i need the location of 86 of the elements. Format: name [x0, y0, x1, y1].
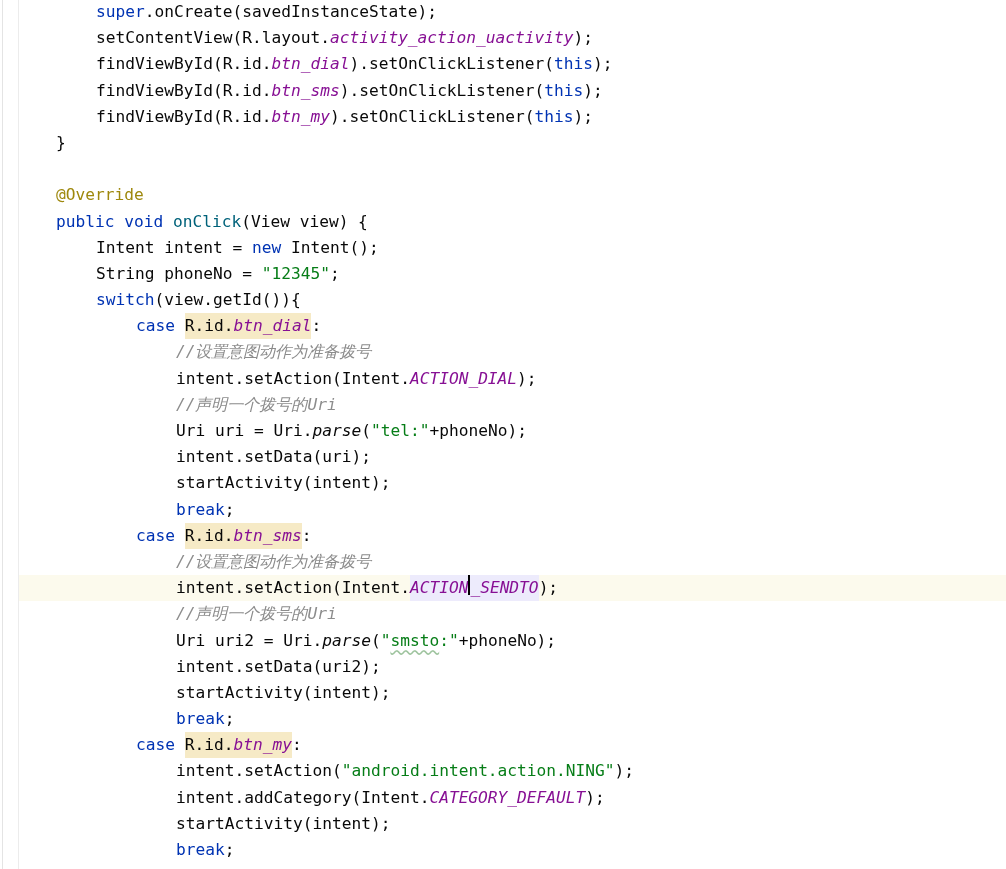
code-text: (View view) {: [241, 210, 368, 233]
code-text: );: [614, 760, 635, 783]
constant-name: ACTION: [409, 577, 469, 600]
constant-name: btn_sms: [271, 79, 340, 102]
keyword: this: [534, 105, 574, 128]
code-text: );: [593, 53, 613, 76]
code-text: :: [311, 315, 322, 338]
keyword: switch: [96, 289, 155, 312]
code-text: intent.setAction(Intent.: [176, 367, 410, 390]
code-text: );: [573, 105, 594, 128]
string-literal: "android.intent.action.NING": [341, 760, 615, 783]
string-literal: :": [439, 629, 459, 652]
code-text: R.id.: [184, 734, 234, 757]
keyword: public void: [56, 210, 164, 233]
code-text: R.id.: [184, 315, 234, 338]
keyword: case: [136, 734, 175, 757]
code-text: startActivity(intent);: [176, 472, 391, 495]
method-name: onClick: [171, 210, 242, 233]
code-text: ;: [224, 839, 235, 861]
constant-name: activity_action_uactivity: [329, 27, 574, 50]
code-text: );: [517, 367, 537, 390]
code-text: startActivity(intent);: [176, 812, 391, 835]
keyword: this: [544, 79, 584, 102]
code-text: }: [56, 131, 66, 154]
code-text: :: [291, 734, 302, 757]
code-text: intent.setAction(: [176, 760, 342, 783]
constant-name: btn_sms: [233, 524, 302, 547]
code-text: );: [585, 786, 605, 809]
code-text: .onCreate(savedInstanceState);: [144, 1, 438, 23]
code-text: startActivity(intent);: [176, 681, 391, 704]
code-text: Uri uri = Uri.: [176, 420, 313, 442]
code-comment: //声明一个拨号的Uri: [176, 603, 337, 626]
code-text: intent.addCategory(Intent.: [176, 786, 430, 809]
code-text: ;: [224, 498, 235, 521]
method-call: parse: [322, 629, 371, 652]
keyword: break: [176, 708, 225, 731]
code-text: ;: [224, 708, 235, 731]
constant-name: btn_my: [233, 734, 292, 757]
code-text: Uri uri2 = Uri.: [176, 629, 323, 652]
keyword: case: [136, 524, 175, 547]
code-comment: //设置意图动作为准备拨号: [176, 341, 372, 364]
code-text: );: [583, 79, 603, 102]
constant-name: btn_dial: [271, 53, 350, 76]
code-text: Intent();: [289, 236, 379, 259]
constant-name: _SENDTO: [470, 577, 539, 600]
code-text: :: [301, 524, 312, 547]
code-text: ).setOnClickListener(: [339, 79, 545, 102]
code-text: (view.getId()){: [154, 289, 301, 312]
string-literal: ": [380, 629, 391, 652]
code-text: (: [370, 629, 381, 652]
keyword: super: [96, 1, 145, 23]
keyword: break: [176, 839, 225, 861]
text-cursor: [468, 575, 471, 596]
keyword: case: [136, 315, 175, 338]
code-text: );: [573, 27, 594, 50]
code-text: (: [361, 420, 371, 442]
constant-name: CATEGORY_DEFAULT: [429, 786, 586, 809]
code-text: setContentView(R.layout.: [96, 27, 330, 50]
keyword: this: [554, 53, 594, 76]
code-text: findViewById(R.id.: [96, 53, 272, 76]
code-comment: //声明一个拨号的Uri: [176, 393, 337, 416]
code-text: intent.setData(uri);: [176, 446, 371, 469]
annotation: @Override: [56, 184, 144, 207]
code-text: ).setOnClickListener(: [329, 105, 535, 128]
code-text: R.id.: [184, 524, 234, 547]
string-literal: "12345": [261, 262, 330, 285]
code-text: Intent intent =: [96, 236, 244, 259]
keyword: break: [176, 498, 225, 521]
code-text: findViewById(R.id.: [96, 105, 272, 128]
code-text: ).setOnClickListener(: [349, 53, 555, 76]
method-call: parse: [312, 420, 362, 442]
code-text: findViewById(R.id.: [96, 79, 272, 102]
constant-name: btn_dial: [233, 315, 312, 338]
constant-name: btn_my: [271, 105, 330, 128]
misspelled-word: smsto: [390, 629, 440, 652]
code-text: );: [538, 577, 559, 600]
code-text: +phoneNo);: [458, 629, 557, 652]
code-text: +phoneNo);: [429, 420, 527, 442]
code-text: ;: [329, 262, 340, 285]
code-text: intent.setData(uri2);: [176, 655, 381, 678]
keyword: new: [251, 236, 282, 259]
string-literal: "tel:": [370, 420, 430, 442]
code-comment: //设置意图动作为准备拨号: [176, 550, 372, 573]
constant-name: ACTION_DIAL: [409, 367, 518, 390]
code-text: intent.setAction(Intent.: [176, 577, 410, 600]
code-text: String phoneNo =: [96, 262, 253, 285]
